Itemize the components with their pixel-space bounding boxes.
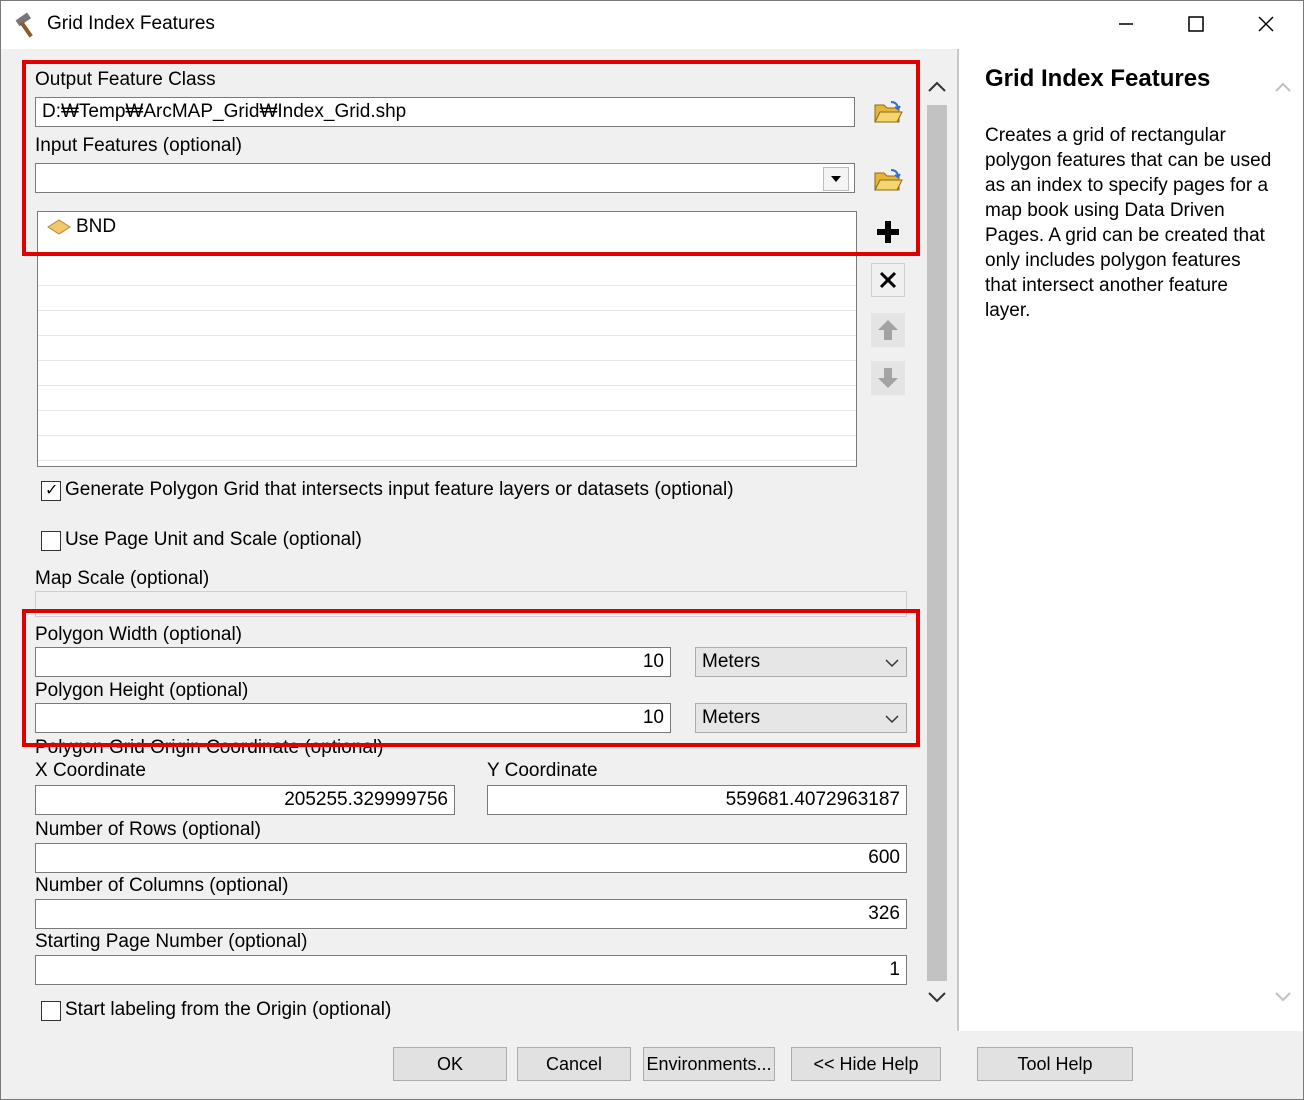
input-browse-button[interactable] [871,163,905,197]
check-icon: ✓ [45,482,59,499]
output-feature-class-label: Output Feature Class [35,69,216,90]
close-icon [1258,16,1274,32]
list-row [38,311,856,336]
x-coordinate-label: X Coordinate [35,760,146,781]
generate-polygon-grid-label: Generate Polygon Grid that intersects in… [65,479,734,500]
help-title: Grid Index Features [985,65,1211,92]
input-features-list[interactable]: BND [37,211,857,467]
move-down-icon [878,368,898,388]
parameters-scrollbar[interactable] [923,61,951,1021]
list-item[interactable]: BND [38,212,856,242]
number-of-rows-input[interactable]: 600 [35,843,907,873]
polygon-height-unit-value: Meters [702,707,761,728]
scroll-up-icon [1275,82,1291,92]
move-up-button[interactable] [871,313,905,347]
move-down-button[interactable] [871,361,905,395]
hide-help-button[interactable]: << Hide Help [791,1047,941,1081]
scroll-up-icon [928,81,946,92]
help-scrollbar[interactable] [1271,77,1295,1017]
window-title: Grid Index Features [47,13,215,34]
remove-icon [879,271,897,289]
input-features-combobox[interactable] [35,163,855,193]
y-coordinate-label: Y Coordinate [487,760,598,781]
polygon-height-label: Polygon Height (optional) [35,680,249,701]
parameters-pane: Output Feature Class D:₩Temp₩ArcMAP_Grid… [3,49,953,1031]
chevron-down-icon [885,659,899,668]
maximize-button[interactable] [1161,1,1231,47]
output-browse-button[interactable] [871,95,905,129]
move-up-icon [878,320,898,340]
open-folder-icon [874,101,903,123]
start-labeling-checkbox[interactable] [41,1001,61,1021]
polygon-width-unit-value: Meters [702,651,761,672]
tool-help-button[interactable]: Tool Help [977,1047,1133,1081]
title-bar: Grid Index Features [1,1,1303,49]
starting-page-number-input[interactable]: 1 [35,955,907,985]
list-row [38,336,856,361]
list-row [38,286,856,311]
start-labeling-label: Start labeling from the Origin (optional… [65,999,392,1020]
help-pane: Grid Index Features Creates a grid of re… [957,49,1303,1031]
input-features-dropdown-button[interactable] [823,167,849,191]
polygon-layer-icon [47,219,71,235]
minimize-button[interactable] [1091,1,1161,47]
map-scale-label: Map Scale (optional) [35,568,210,589]
list-row [38,361,856,386]
chevron-down-icon [831,176,841,182]
y-coordinate-input[interactable]: 559681.4072963187 [487,785,907,815]
polygon-width-label: Polygon Width (optional) [35,624,242,645]
cancel-button[interactable]: Cancel [517,1047,631,1081]
scroll-thumb[interactable] [927,105,947,981]
list-row [38,436,856,461]
help-body: Creates a grid of rectangular polygon fe… [985,125,1272,321]
number-of-columns-input[interactable]: 326 [35,899,907,929]
add-icon [877,221,899,243]
list-row [38,261,856,286]
list-row [38,411,856,436]
use-page-unit-label: Use Page Unit and Scale (optional) [65,529,362,550]
x-coordinate-input[interactable]: 205255.329999756 [35,785,455,815]
maximize-icon [1188,16,1204,32]
polygon-width-input[interactable]: 10 [35,647,671,677]
ok-button[interactable]: OK [393,1047,507,1081]
map-scale-input [35,591,907,617]
number-of-columns-label: Number of Columns (optional) [35,875,289,896]
input-features-label: Input Features (optional) [35,135,243,156]
starting-page-number-label: Starting Page Number (optional) [35,931,308,952]
list-item-label: BND [76,216,117,237]
scroll-down-icon [928,992,946,1003]
scroll-down-icon [1275,992,1291,1002]
chevron-down-icon [885,715,899,724]
list-row [38,386,856,411]
remove-button[interactable] [871,263,905,297]
generate-polygon-grid-checkbox[interactable]: ✓ [41,481,61,501]
polygon-width-unit-select[interactable]: Meters [695,647,907,677]
number-of-rows-label: Number of Rows (optional) [35,819,261,840]
grid-origin-label: Polygon Grid Origin Coordinate (optional… [35,737,384,758]
hammer-icon [15,12,33,38]
dialog-window: Grid Index Features Output Feature Class… [0,0,1304,1100]
polygon-height-input[interactable]: 10 [35,703,671,733]
open-folder-icon [874,169,903,191]
minimize-icon [1119,23,1133,25]
environments-button[interactable]: Environments... [643,1047,775,1081]
use-page-unit-checkbox[interactable] [41,531,61,551]
polygon-height-unit-select[interactable]: Meters [695,703,907,733]
add-button[interactable] [871,215,905,249]
output-feature-class-input[interactable]: D:₩Temp₩ArcMAP_Grid₩Index_Grid.shp [35,97,855,127]
close-button[interactable] [1231,1,1301,47]
